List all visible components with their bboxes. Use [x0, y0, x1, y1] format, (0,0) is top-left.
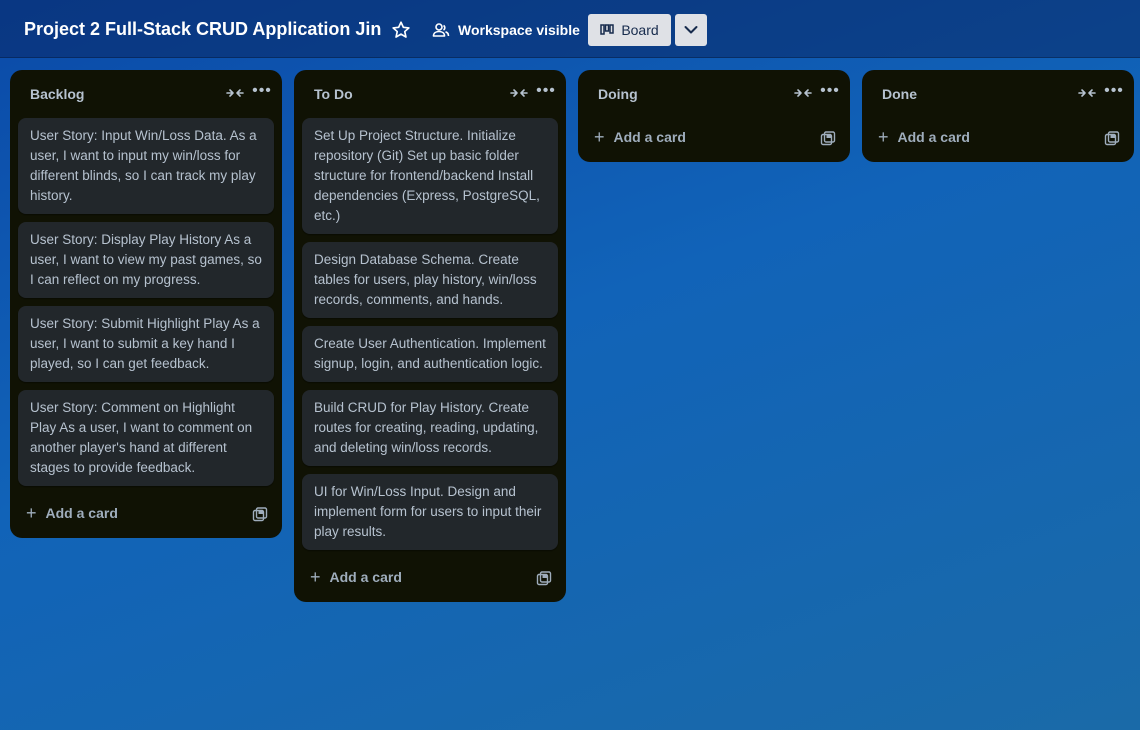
card[interactable]: Build CRUD for Play History. Create rout…: [302, 390, 558, 466]
more-icon[interactable]: •••: [250, 82, 274, 102]
plus-icon: +: [310, 567, 321, 587]
card-template-icon[interactable]: [1104, 131, 1120, 147]
list-doing: Doing ••• + Add a card: [578, 70, 850, 162]
card[interactable]: User Story: Comment on Highlight Play As…: [18, 390, 274, 486]
board-view-button[interactable]: Board: [588, 14, 671, 46]
add-card-button[interactable]: + Add a card: [26, 504, 118, 522]
card-list: User Story: Input Win/Loss Data. As a us…: [10, 118, 282, 486]
card-template-icon[interactable]: [536, 571, 552, 587]
list-title[interactable]: To Do: [314, 86, 353, 102]
card[interactable]: User Story: Display Play History As a us…: [18, 222, 274, 298]
plus-icon: +: [26, 503, 37, 523]
list-footer: + Add a card: [10, 494, 282, 538]
board-header: Project 2 Full-Stack CRUD Application Ji…: [0, 0, 1140, 58]
card[interactable]: UI for Win/Loss Input. Design and implem…: [302, 474, 558, 550]
plus-icon: +: [878, 127, 889, 147]
board-title[interactable]: Project 2 Full-Stack CRUD Application Ji…: [24, 19, 381, 40]
list-footer: + Add a card: [578, 118, 850, 162]
list-to-do: To Do ••• Set Up Project Structure. Init…: [294, 70, 566, 602]
card[interactable]: Create User Authentication. Implement si…: [302, 326, 558, 382]
list-backlog: Backlog ••• User Story: Input Win/Loss D…: [10, 70, 282, 538]
collapse-icon[interactable]: [1078, 86, 1096, 100]
visibility-label: Workspace visible: [458, 22, 580, 38]
card-list: Set Up Project Structure. Initialize rep…: [294, 118, 566, 550]
more-icon[interactable]: •••: [534, 82, 558, 102]
list-footer: + Add a card: [862, 118, 1134, 162]
plus-icon: +: [594, 127, 605, 147]
collapse-icon[interactable]: [226, 86, 244, 100]
card[interactable]: Set Up Project Structure. Initialize rep…: [302, 118, 558, 234]
list-title[interactable]: Backlog: [30, 86, 84, 102]
people-icon: [432, 23, 450, 37]
list-title[interactable]: Doing: [598, 86, 638, 102]
star-icon[interactable]: [390, 19, 412, 41]
add-card-label: Add a card: [45, 505, 118, 521]
list-header: Done •••: [862, 70, 1134, 118]
chevron-down-icon[interactable]: [675, 14, 707, 46]
card[interactable]: User Story: Input Win/Loss Data. As a us…: [18, 118, 274, 214]
add-card-label: Add a card: [897, 129, 970, 145]
card-template-icon[interactable]: [820, 131, 836, 147]
add-card-label: Add a card: [329, 569, 402, 585]
card[interactable]: User Story: Submit Highlight Play As a u…: [18, 306, 274, 382]
add-card-button[interactable]: + Add a card: [878, 128, 970, 146]
card[interactable]: Design Database Schema. Create tables fo…: [302, 242, 558, 318]
card-template-icon[interactable]: [252, 507, 268, 523]
list-header: To Do •••: [294, 70, 566, 118]
workspace-visibility-button[interactable]: Workspace visible: [432, 19, 580, 41]
list-title[interactable]: Done: [882, 86, 917, 102]
collapse-icon[interactable]: [794, 86, 812, 100]
collapse-icon[interactable]: [510, 86, 528, 100]
list-done: Done ••• + Add a card: [862, 70, 1134, 162]
board-icon: [600, 24, 615, 35]
view-label: Board: [621, 22, 659, 38]
add-card-button[interactable]: + Add a card: [594, 128, 686, 146]
list-header: Doing •••: [578, 70, 850, 118]
list-header: Backlog •••: [10, 70, 282, 118]
more-icon[interactable]: •••: [818, 82, 842, 102]
add-card-button[interactable]: + Add a card: [310, 568, 402, 586]
list-footer: + Add a card: [294, 558, 566, 602]
add-card-label: Add a card: [613, 129, 686, 145]
more-icon[interactable]: •••: [1102, 82, 1126, 102]
